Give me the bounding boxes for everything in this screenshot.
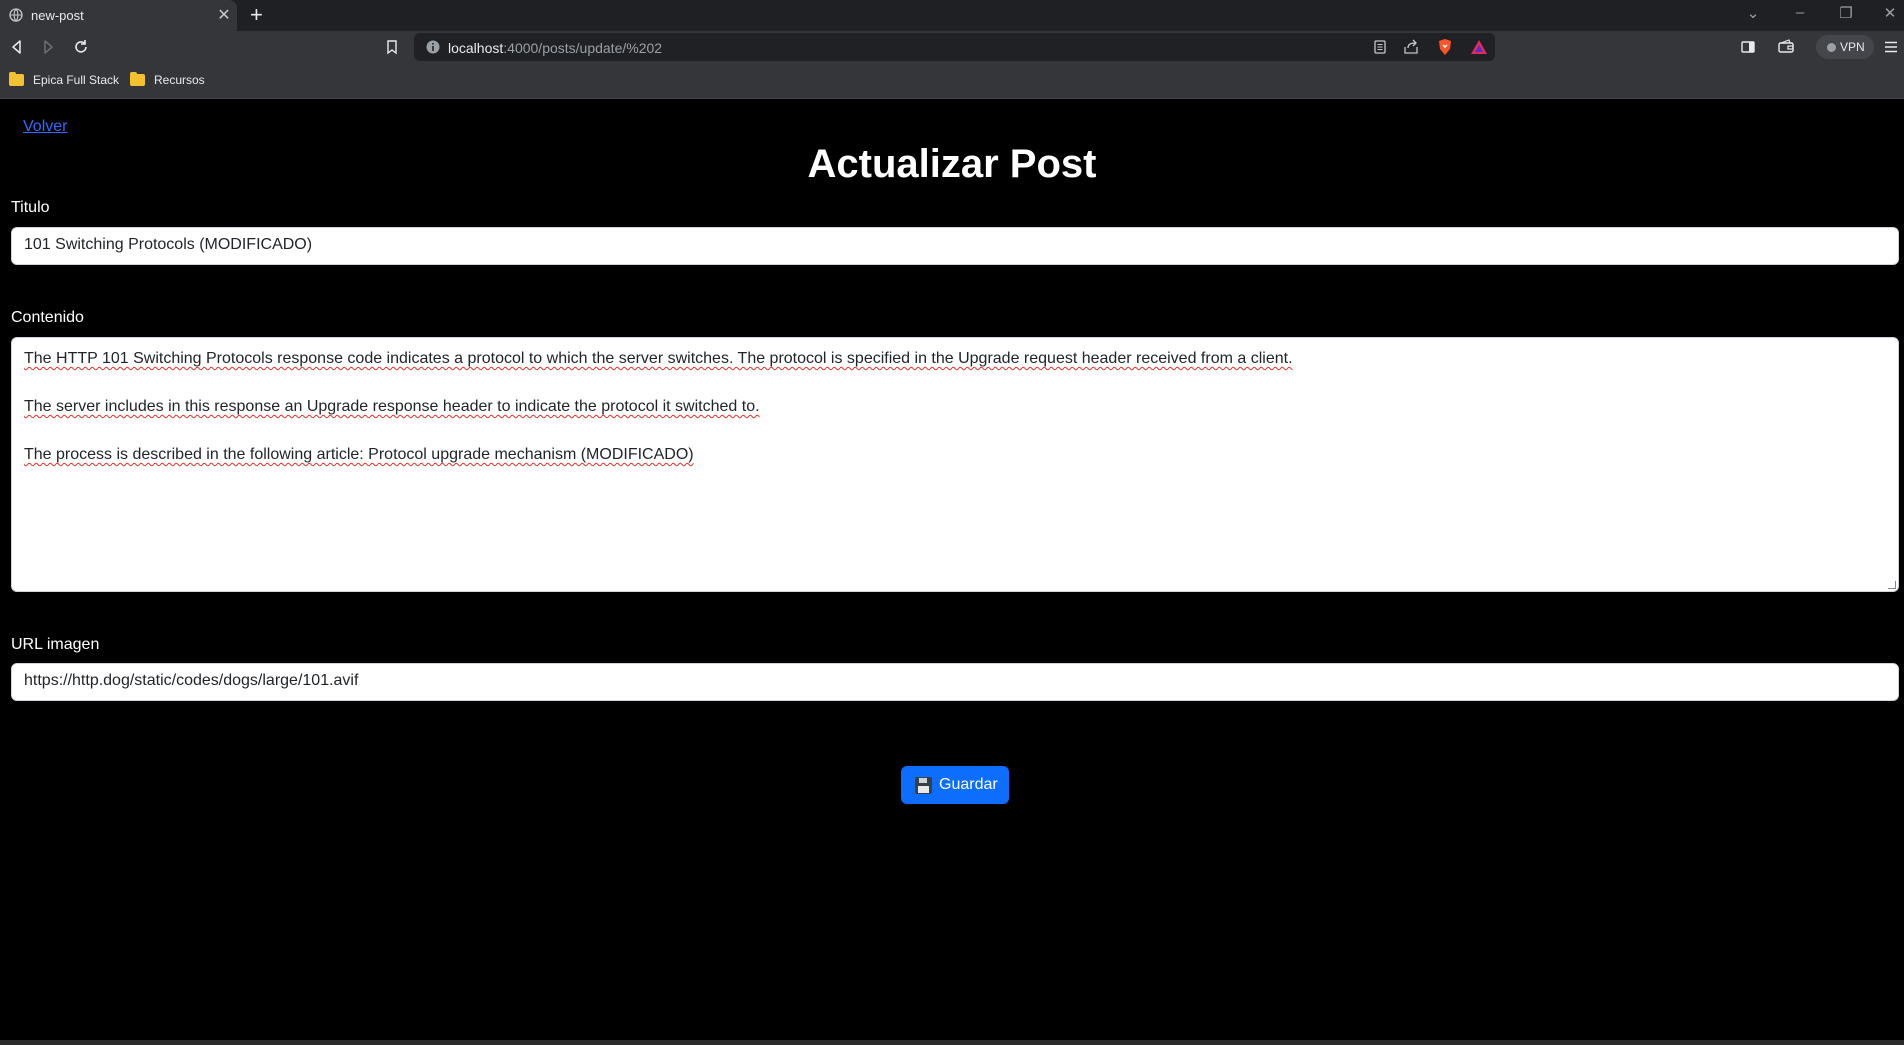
vpn-status-icon: [1827, 43, 1836, 52]
page-title: Actualizar Post: [807, 142, 1097, 186]
titulo-input[interactable]: 101 Switching Protocols (MODIFICADO): [11, 227, 1899, 265]
resize-handle[interactable]: [1888, 581, 1896, 589]
window-bottom-edge: [0, 1040, 1904, 1045]
window-close-icon[interactable]: ✕: [1880, 4, 1900, 22]
titulo-label: Titulo: [11, 199, 50, 216]
contenido-textarea[interactable]: The HTTP 101 Switching Protocols respons…: [11, 337, 1899, 592]
minimize-icon[interactable]: –: [1790, 4, 1810, 21]
globe-icon: [9, 8, 23, 22]
url-imagen-input[interactable]: https://http.dog/static/codes/dogs/large…: [11, 663, 1899, 701]
url-imagen-label: URL imagen: [11, 636, 100, 653]
contenido-paragraph: The HTTP 101 Switching Protocols respons…: [24, 350, 1293, 367]
contenido-label: Contenido: [11, 309, 84, 326]
close-tab-icon[interactable]: ✕: [216, 5, 232, 25]
new-tab-button[interactable]: +: [250, 3, 263, 27]
browser-tab[interactable]: new-post ✕: [0, 0, 237, 31]
page-content: Volver Actualizar Post Titulo 101 Switch…: [0, 100, 1904, 1040]
back-icon[interactable]: [8, 38, 26, 56]
forward-icon[interactable]: [39, 38, 57, 56]
floppy-disk-icon: [915, 777, 932, 794]
brave-shields-icon[interactable]: [1436, 38, 1454, 56]
restore-icon[interactable]: ❐: [1836, 4, 1856, 22]
bookmark-label: Recursos: [154, 73, 205, 87]
folder-icon: [9, 72, 24, 86]
folder-icon: [130, 72, 145, 86]
guardar-button[interactable]: Guardar: [901, 766, 1009, 804]
address-bar[interactable]: localhost:4000/posts/update/%202: [414, 33, 1495, 61]
bookmark-icon[interactable]: [383, 38, 401, 56]
url-path: :4000/posts/update/%202: [503, 40, 663, 56]
tab-strip: new-post ✕ + ⌄ – ❐ ✕: [0, 0, 1904, 31]
reader-mode-icon[interactable]: [1371, 38, 1389, 56]
site-info-icon[interactable]: [426, 40, 440, 54]
tab-title: new-post: [31, 8, 84, 23]
url-host: localhost: [448, 40, 504, 56]
menu-icon[interactable]: [1882, 38, 1900, 56]
vpn-button[interactable]: VPN: [1816, 35, 1874, 59]
brave-rewards-icon[interactable]: [1470, 38, 1488, 56]
back-link[interactable]: Volver: [23, 118, 67, 136]
sidebar-icon[interactable]: [1739, 38, 1757, 56]
navigation-bar: localhost:4000/posts/update/%202 VPN: [0, 31, 1904, 63]
reload-icon[interactable]: [72, 38, 90, 56]
contenido-paragraph: The server includes in this response an …: [24, 398, 760, 415]
bookmarks-bar: Epica Full Stack Recursos: [0, 63, 1904, 99]
guardar-button-label: Guardar: [939, 776, 998, 793]
bookmark-epica-full-stack[interactable]: Epica Full Stack: [9, 72, 120, 87]
wallet-icon[interactable]: [1777, 38, 1795, 56]
contenido-paragraph: The process is described in the followin…: [24, 446, 694, 463]
bookmark-label: Epica Full Stack: [33, 73, 120, 87]
tab-search-icon[interactable]: ⌄: [1743, 4, 1763, 22]
share-icon[interactable]: [1402, 38, 1420, 56]
vpn-label: VPN: [1840, 40, 1865, 54]
url-text[interactable]: localhost:4000/posts/update/%202: [448, 40, 662, 56]
bookmark-recursos[interactable]: Recursos: [130, 72, 205, 87]
